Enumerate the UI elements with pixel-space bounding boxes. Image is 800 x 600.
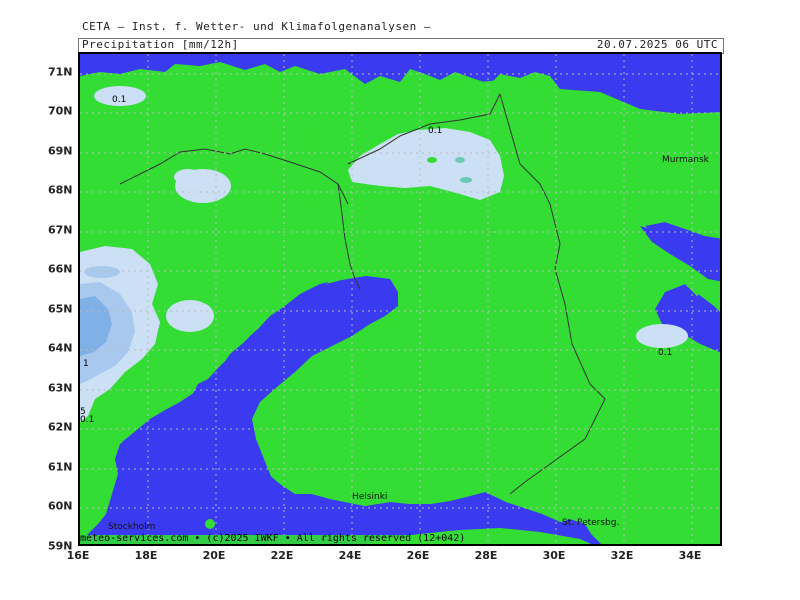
lon-label-30: 30E <box>542 549 566 562</box>
lat-label-64: 64N <box>48 341 73 355</box>
lat-label-68: 68N <box>48 183 73 197</box>
contour-label-russia: 0.1 <box>658 348 672 358</box>
lat-label-69: 69N <box>48 144 73 158</box>
lat-label-70: 70N <box>48 104 73 118</box>
label-stockholm: Stockholm <box>108 522 155 532</box>
aland-islands <box>205 519 215 529</box>
label-helsinki: Helsinki <box>352 492 387 502</box>
lat-label-71: 71N <box>48 65 73 79</box>
lapland-land-speck <box>427 157 437 163</box>
lon-label-26: 26E <box>406 549 430 562</box>
lon-label-28: 28E <box>474 549 498 562</box>
precip-russia-east <box>636 324 688 348</box>
lon-label-34: 34E <box>678 549 702 562</box>
lon-label-20: 20E <box>202 549 226 562</box>
lat-label-61: 61N <box>48 460 73 474</box>
lapland-lake-1 <box>455 157 465 163</box>
copyright-footer: meteo-services.com • (c)2025 IWKF • All … <box>80 533 466 544</box>
precip-sweden-north-2 <box>174 169 202 185</box>
lon-label-18: 18E <box>134 549 158 562</box>
label-st-petersburg: St. Petersbg. <box>562 518 619 528</box>
lat-label-63: 63N <box>48 381 73 395</box>
lon-label-22: 22E <box>270 549 294 562</box>
lon-label-16: 16E <box>66 549 90 562</box>
contour-label-01-west: 0.1 <box>80 415 94 425</box>
contour-label-lapland: 0.1 <box>428 126 442 136</box>
contour-label-1: 1 <box>83 359 89 369</box>
header-institute: CETA – Inst. f. Wetter- und Klimafolgena… <box>82 20 432 33</box>
label-murmansk: Murmansk <box>662 155 710 165</box>
lat-label-60: 60N <box>48 499 73 513</box>
lat-label-67: 67N <box>48 223 73 237</box>
lat-label-66: 66N <box>48 262 73 276</box>
lon-label-24: 24E <box>338 549 362 562</box>
lapland-lake-2 <box>460 177 472 183</box>
lon-label-32: 32E <box>610 549 634 562</box>
valid-time: 20.07.2025 06 UTC <box>596 38 718 51</box>
precip-sweden-mid <box>166 300 214 332</box>
precip-patch-small <box>84 266 120 278</box>
lat-label-62: 62N <box>48 420 73 434</box>
lat-label-65: 65N <box>48 302 73 316</box>
precipitation-map[interactable]: Murmansk Helsinki Stockholm St. Petersbg… <box>78 52 722 546</box>
map-canvas: Murmansk Helsinki Stockholm St. Petersbg… <box>80 54 720 544</box>
contour-label-norway: 0.1 <box>112 95 126 105</box>
parameter-label: Precipitation [mm/12h] <box>82 38 239 51</box>
